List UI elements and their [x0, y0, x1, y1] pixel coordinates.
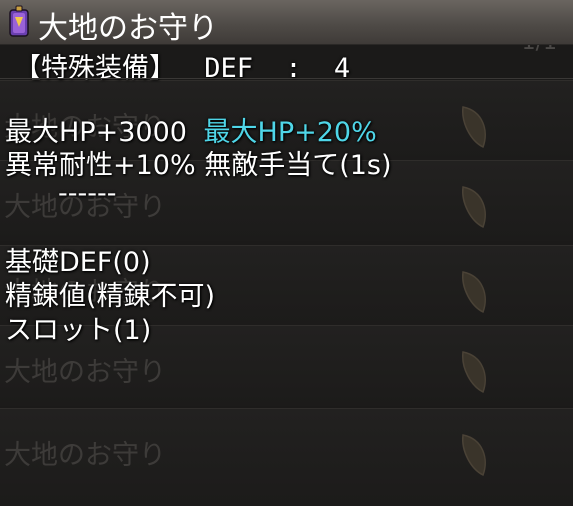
stat-separator: : — [285, 53, 302, 84]
stat-label: DEF — [204, 53, 254, 84]
stat-value: 4 — [333, 53, 351, 84]
effect-separator: ------ — [58, 178, 117, 209]
slot-line: スロット(1) — [5, 315, 152, 346]
divider — [0, 78, 573, 79]
equip-type-label: 【特殊装備】 — [14, 53, 176, 84]
equip-stat-line: 【特殊装備】 DEF : 4 — [14, 46, 350, 85]
item-detail-panel: 【特殊装備】 DEF : 4 最大HP+3000 最大HP+20% 異常耐性+1… — [0, 0, 573, 505]
effect-line-2: 異常耐性+10% 無敵手当て(1s) — [5, 150, 392, 181]
